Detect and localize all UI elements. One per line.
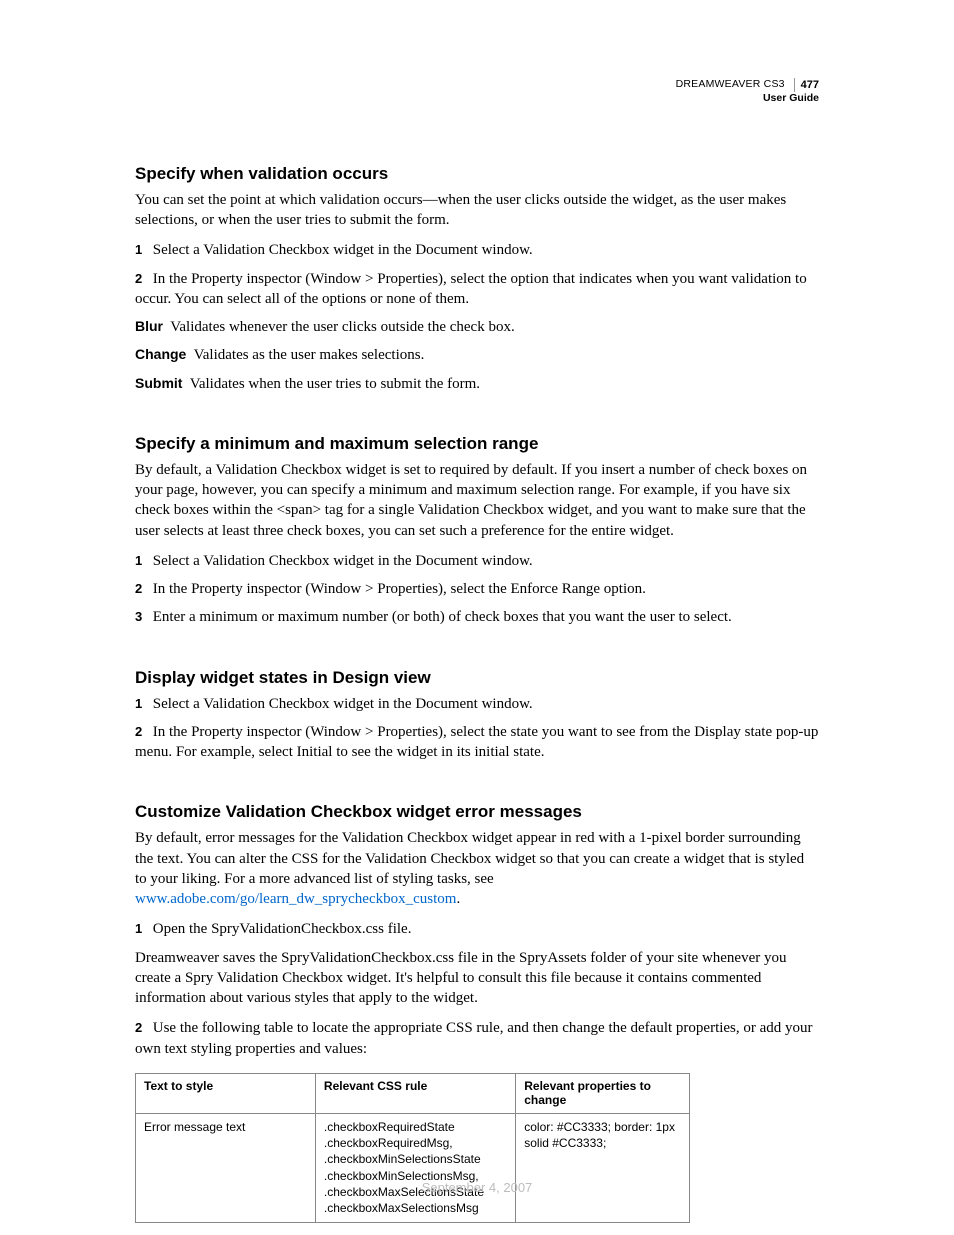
step-text: Use the following table to locate the ap…	[135, 1020, 813, 1056]
section-heading: Specify a minimum and maximum selection …	[135, 434, 819, 454]
def-text: Validates as the user makes selections.	[194, 347, 425, 363]
body-paragraph: Dreamweaver saves the SpryValidationChec…	[135, 948, 819, 1009]
definition-line: Change Validates as the user makes selec…	[135, 345, 819, 365]
step-text: In the Property inspector (Window > Prop…	[135, 271, 807, 307]
running-header: DREAMWEAVER CS3 477 User Guide	[135, 78, 819, 106]
step-item: 2 In the Property inspector (Window > Pr…	[135, 269, 819, 310]
definition-line: Blur Validates whenever the user clicks …	[135, 317, 819, 337]
step-number: 1	[135, 920, 149, 938]
section-intro: By default, a Validation Checkbox widget…	[135, 460, 819, 541]
table-cell: Error message text	[136, 1113, 316, 1222]
footer-date: September 4, 2007	[0, 1180, 954, 1195]
css-rules-table: Text to style Relevant CSS rule Relevant…	[135, 1073, 690, 1223]
section-intro: You can set the point at which validatio…	[135, 190, 819, 231]
table-row: Error message text .checkboxRequiredStat…	[136, 1113, 690, 1222]
step-number: 3	[135, 608, 149, 626]
step-number: 1	[135, 241, 149, 259]
step-item: 2 Use the following table to locate the …	[135, 1018, 819, 1059]
table-header-row: Text to style Relevant CSS rule Relevant…	[136, 1073, 690, 1113]
external-link[interactable]: www.adobe.com/go/learn_dw_sprycheckbox_c…	[135, 891, 456, 907]
table-header: Relevant CSS rule	[315, 1073, 515, 1113]
step-number: 2	[135, 1019, 149, 1037]
table-cell: .checkboxRequiredState .checkboxRequired…	[315, 1113, 515, 1222]
section-intro: By default, error messages for the Valid…	[135, 828, 819, 909]
step-text: Select a Validation Checkbox widget in t…	[153, 696, 533, 712]
intro-text: By default, error messages for the Valid…	[135, 830, 804, 887]
step-text: Open the SpryValidationCheckbox.css file…	[153, 921, 412, 937]
step-number: 1	[135, 552, 149, 570]
step-item: 2 In the Property inspector (Window > Pr…	[135, 722, 819, 763]
step-item: 1 Select a Validation Checkbox widget in…	[135, 551, 819, 571]
def-term: Submit	[135, 375, 182, 391]
definition-line: Submit Validates when the user tries to …	[135, 374, 819, 394]
table-header: Relevant properties to change	[516, 1073, 690, 1113]
step-text: Select a Validation Checkbox widget in t…	[153, 242, 533, 258]
step-text: Enter a minimum or maximum number (or bo…	[153, 609, 732, 625]
intro-text: .	[456, 891, 460, 907]
product-name: DREAMWEAVER CS3	[676, 78, 785, 90]
step-text: In the Property inspector (Window > Prop…	[135, 724, 818, 760]
def-term: Change	[135, 346, 186, 362]
table-cell: color: #CC3333; border: 1px solid #CC333…	[516, 1113, 690, 1222]
section-heading: Display widget states in Design view	[135, 668, 819, 688]
guide-name: User Guide	[763, 92, 819, 104]
table-header: Text to style	[136, 1073, 316, 1113]
step-text: In the Property inspector (Window > Prop…	[153, 581, 646, 597]
section-heading: Customize Validation Checkbox widget err…	[135, 802, 819, 822]
step-item: 1 Select a Validation Checkbox widget in…	[135, 694, 819, 714]
page-number: 477	[794, 78, 819, 92]
step-text: Select a Validation Checkbox widget in t…	[153, 553, 533, 569]
section-heading: Specify when validation occurs	[135, 164, 819, 184]
page-content: DREAMWEAVER CS3 477 User Guide Specify w…	[135, 78, 819, 1223]
def-term: Blur	[135, 318, 163, 334]
step-item: 2 In the Property inspector (Window > Pr…	[135, 579, 819, 599]
def-text: Validates when the user tries to submit …	[190, 376, 480, 392]
step-number: 2	[135, 723, 149, 741]
step-item: 1 Open the SpryValidationCheckbox.css fi…	[135, 919, 819, 939]
step-item: 3 Enter a minimum or maximum number (or …	[135, 607, 819, 627]
step-number: 2	[135, 580, 149, 598]
step-number: 1	[135, 695, 149, 713]
step-number: 2	[135, 270, 149, 288]
step-item: 1 Select a Validation Checkbox widget in…	[135, 240, 819, 260]
def-text: Validates whenever the user clicks outsi…	[170, 319, 514, 335]
